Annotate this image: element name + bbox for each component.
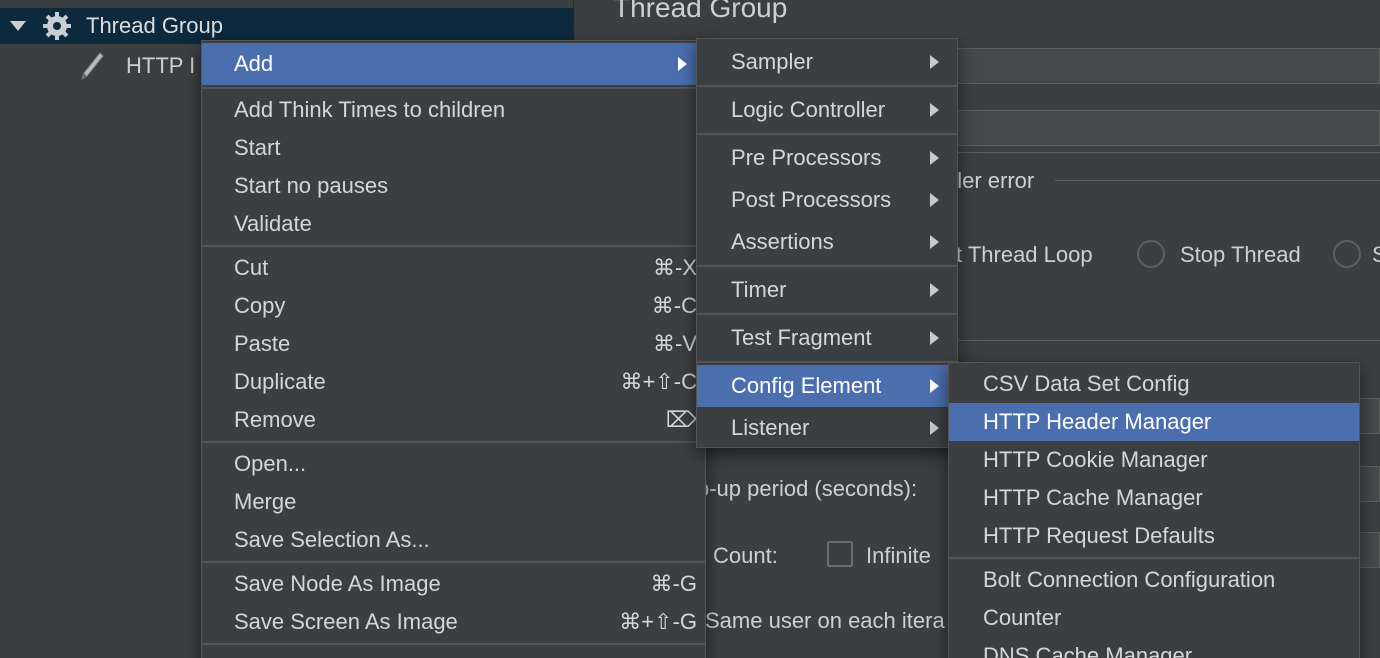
menu-item-open[interactable]: Open... <box>202 445 705 483</box>
group-border <box>1055 180 1380 181</box>
stop-test-label: S <box>1372 242 1380 267</box>
submenu-arrow-icon <box>930 193 939 207</box>
menu-item-copy[interactable]: Copy ⌘-C <box>202 287 705 325</box>
submenu-item-listener[interactable]: Listener <box>697 407 957 449</box>
expand-triangle-icon[interactable] <box>10 21 26 31</box>
tree-node-http-request[interactable]: HTTP I <box>0 48 195 84</box>
tree-node-http-label: HTTP I <box>126 53 196 78</box>
menu-item-validate[interactable]: Validate <box>202 205 705 243</box>
menu-item-remove[interactable]: Remove ⌦ <box>202 401 705 439</box>
submenu-item-timer[interactable]: Timer <box>697 269 957 311</box>
submenu-item-assertions[interactable]: Assertions <box>697 221 957 263</box>
infinite-checkbox[interactable] <box>827 541 853 567</box>
menu-separator <box>202 643 705 645</box>
menu-item-save-selection-as[interactable]: Save Selection As... <box>202 521 705 559</box>
sampler-pen-icon <box>80 51 104 81</box>
submenu-arrow-icon <box>930 151 939 165</box>
stop-thread-label: Stop Thread <box>1180 242 1301 267</box>
config-item-http-request-defaults[interactable]: HTTP Request Defaults <box>949 517 1359 555</box>
config-item-csv-data-set[interactable]: CSV Data Set Config <box>949 365 1359 403</box>
menu-separator <box>697 361 957 363</box>
sampler-error-label: pler error <box>945 168 1035 193</box>
menu-separator <box>202 87 705 89</box>
config-item-bolt-connection[interactable]: Bolt Connection Configuration <box>949 561 1359 599</box>
loop-count-label: Count: <box>713 543 778 568</box>
menu-item-add-think-times[interactable]: Add Think Times to children <box>202 91 705 129</box>
menu-item-add[interactable]: Add <box>202 43 705 85</box>
shortcut-duplicate: ⌘+⇧-C <box>620 369 698 394</box>
submenu-item-sampler[interactable]: Sampler <box>697 41 957 83</box>
menu-separator <box>949 557 1359 559</box>
menu-item-paste[interactable]: Paste ⌘-V <box>202 325 705 363</box>
submenu-arrow-icon <box>930 103 939 117</box>
menu-separator <box>697 133 957 135</box>
shortcut-save-screen: ⌘+⇧-G <box>619 609 697 634</box>
submenu-arrow-icon <box>930 55 939 69</box>
config-item-counter[interactable]: Counter <box>949 599 1359 637</box>
shortcut-cut: ⌘-X <box>653 255 697 280</box>
menu-item-duplicate[interactable]: Duplicate ⌘+⇧-C <box>202 363 705 401</box>
submenu-item-logic-controller[interactable]: Logic Controller <box>697 89 957 131</box>
submenu-arrow-icon <box>930 421 939 435</box>
thread-group-gear-icon <box>42 11 72 41</box>
menu-item-merge[interactable]: Merge <box>202 483 705 521</box>
tree-node-thread-group-label: Thread Group <box>86 13 223 38</box>
submenu-arrow-icon <box>678 57 687 71</box>
menu-separator <box>202 245 705 247</box>
menu-separator <box>697 265 957 267</box>
shortcut-save-node: ⌘-G <box>650 571 697 596</box>
menu-separator <box>202 561 705 563</box>
rampup-label: p-up period (seconds): <box>697 476 918 501</box>
stop-test-radio[interactable] <box>1333 240 1361 268</box>
tree-node-thread-group[interactable]: Thread Group <box>0 8 574 44</box>
menu-item-save-screen-as-image[interactable]: Save Screen As Image ⌘+⇧-G <box>202 603 705 641</box>
config-item-dns-cache-manager[interactable]: DNS Cache Manager <box>949 637 1359 658</box>
menu-separator <box>697 85 957 87</box>
menu-separator <box>697 313 957 315</box>
menu-separator <box>202 441 705 443</box>
start-next-thread-loop-label: xt Thread Loop <box>945 242 1093 267</box>
submenu-arrow-icon <box>930 235 939 249</box>
config-item-http-header-manager[interactable]: HTTP Header Manager <box>949 403 1359 441</box>
same-user-label: Same user on each itera <box>705 608 945 633</box>
menu-item-cut[interactable]: Cut ⌘-X <box>202 249 705 287</box>
menu-item-start-no-pauses[interactable]: Start no pauses <box>202 167 705 205</box>
add-submenu: Sampler Logic Controller Pre Processors … <box>696 38 958 448</box>
delete-key-icon: ⌦ <box>665 407 697 432</box>
context-menu: Add Add Think Times to children Start St… <box>201 40 706 658</box>
submenu-arrow-icon <box>930 331 939 345</box>
shortcut-paste: ⌘-V <box>653 331 697 356</box>
config-item-http-cache-manager[interactable]: HTTP Cache Manager <box>949 479 1359 517</box>
submenu-arrow-icon <box>930 379 939 393</box>
submenu-item-pre-processors[interactable]: Pre Processors <box>697 137 957 179</box>
menu-item-save-node-as-image[interactable]: Save Node As Image ⌘-G <box>202 565 705 603</box>
infinite-label: Infinite <box>866 543 931 568</box>
submenu-arrow-icon <box>930 283 939 297</box>
shortcut-copy: ⌘-C <box>651 293 697 318</box>
page-title: Thread Group <box>613 0 788 23</box>
submenu-item-post-processors[interactable]: Post Processors <box>697 179 957 221</box>
menu-item-start[interactable]: Start <box>202 129 705 167</box>
submenu-item-config-element[interactable]: Config Element <box>697 365 957 407</box>
stop-thread-radio[interactable] <box>1137 240 1165 268</box>
config-element-submenu: CSV Data Set Config HTTP Header Manager … <box>948 362 1360 658</box>
config-item-http-cookie-manager[interactable]: HTTP Cookie Manager <box>949 441 1359 479</box>
submenu-item-test-fragment[interactable]: Test Fragment <box>697 317 957 359</box>
